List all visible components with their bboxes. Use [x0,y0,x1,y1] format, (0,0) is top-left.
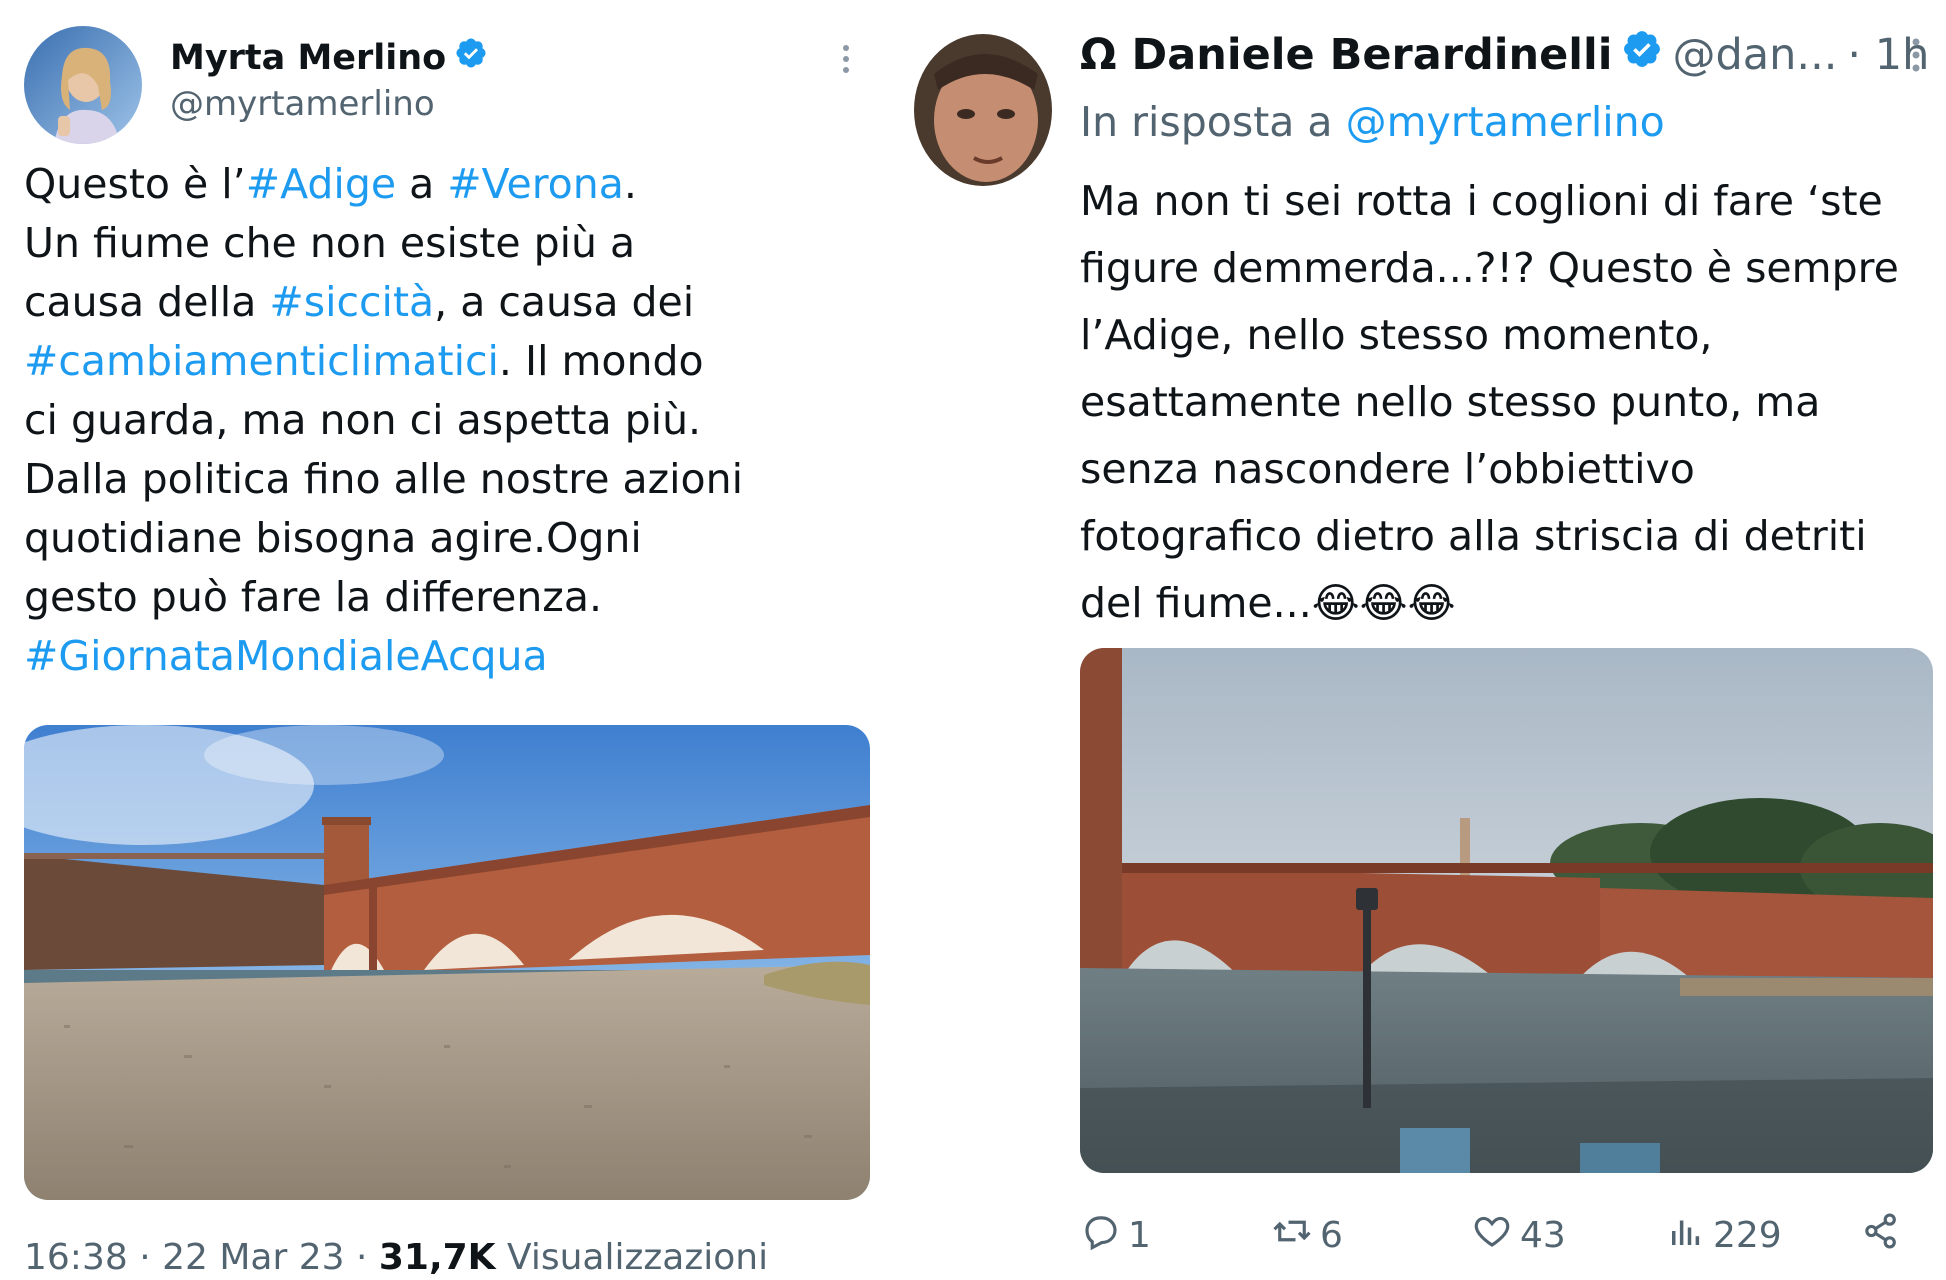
avatar-daniele[interactable] [914,34,1052,186]
timestamp[interactable]: 16:38 · 22 Mar 23 · [24,1237,379,1278]
text-segment: . Il mondo [498,337,704,385]
reply-prefix: In risposta a [1080,98,1346,146]
text-segment: esattamente nello stesso punto, ma [1080,378,1821,426]
hashtag-link[interactable]: #Verona [447,160,624,208]
tweet-text-line: Ma non ti sei rotta i coglioni di fare ‘… [1080,168,1899,235]
tweet-text: Questo è l’#Adige a #Verona. Un fiume che… [24,155,743,686]
views-icon [1665,1210,1713,1261]
verified-badge-icon [454,36,488,79]
tweet-text-line: Un fiume che non esiste più a [24,214,743,273]
text-segment: , a causa dei [434,278,695,326]
text-segment: Un fiume che non esiste più a [24,219,636,267]
author-row: Myrta Merlino [170,36,488,79]
tweet-photo-dry-riverbed[interactable] [24,725,870,1200]
share-button[interactable] [1860,1210,1908,1261]
tweet-text-line: senza nascondere l’obbiettivo [1080,436,1899,503]
views-count: 229 [1713,1214,1782,1256]
text-segment: Ma non ti sei rotta i coglioni di fare ‘… [1080,177,1883,225]
verified-badge-icon [1621,28,1663,81]
like-button[interactable]: 43 [1470,1210,1566,1261]
text-segment: Dalla politica fino alle nostre azioni [24,455,744,503]
views-button[interactable]: 229 [1665,1210,1782,1261]
tweet-photo-river-full[interactable] [1080,648,1933,1173]
text-segment: senza nascondere l’obbiettivo [1080,445,1695,493]
text-segment: fotografico dietro alla striscia di detr… [1080,512,1867,560]
tweet-text-line: fotografico dietro alla striscia di detr… [1080,503,1899,570]
reply-context: In risposta a @myrtamerlino [1080,98,1665,146]
tweet-text-line: #GiornataMondialeAcqua [24,627,743,686]
tweet-text-line: #cambiamenticlimatici. Il mondo [24,332,743,391]
tweet-text-line: esattamente nello stesso punto, ma [1080,369,1899,436]
tweet-myrta: Myrta Merlino @myrtamerlino Questo è l’#… [0,0,880,1280]
reply-count: 1 [1128,1214,1151,1256]
tweet-text-line: Questo è l’#Adige a #Verona. [24,155,743,214]
tweet-text: Ma non ti sei rotta i coglioni di fare ‘… [1080,168,1899,637]
reply-icon [1080,1210,1128,1261]
tweet-meta: 16:38 · 22 Mar 23 · 31,7K Visualizzazion… [24,1237,768,1278]
text-segment: figure demmerda...?!? Questo è sempre [1080,244,1899,292]
action-bar: 1 6 43 229 [1080,1205,1933,1265]
repost-count: 6 [1320,1214,1343,1256]
views-count: 31,7K [378,1237,496,1278]
hashtag-link[interactable]: #GiornataMondialeAcqua [24,632,548,680]
laughing-emoji: 😂😂😂 [1311,579,1456,627]
tweet-text-line: gesto può fare la differenza. [24,568,743,627]
text-segment: causa della [24,278,270,326]
tweet-text-line: l’Adige, nello stesso momento, [1080,302,1899,369]
text-segment: quotidiane bisogna agire.Ogni [24,514,642,562]
author-row: Ω Daniele Berardinelli @dan... · 1h [1080,28,1929,81]
author-name[interactable]: Myrta Merlino [170,38,446,78]
tweet-daniele: Ω Daniele Berardinelli @dan... · 1h In r… [880,0,1946,1280]
more-icon[interactable] [840,44,852,81]
like-icon [1470,1210,1520,1261]
text-segment: gesto può fare la differenza. [24,573,602,621]
author-handle[interactable]: @myrtamerlino [170,84,435,124]
hashtag-link[interactable]: #siccità [269,278,434,326]
hashtag-link[interactable]: #Adige [246,160,396,208]
reply-button[interactable]: 1 [1080,1210,1151,1261]
avatar-myrta[interactable] [24,26,142,144]
tweet-text-line: Dalla politica fino alle nostre azioni [24,450,743,509]
like-count: 43 [1520,1214,1566,1256]
author-handle[interactable]: @dan... [1673,30,1838,80]
text-segment: . [623,160,637,208]
repost-icon [1270,1210,1320,1261]
hashtag-link[interactable]: #cambiamenticlimatici [24,337,499,385]
share-icon [1860,1210,1908,1261]
more-icon[interactable] [1910,38,1922,79]
text-segment: l’Adige, nello stesso momento, [1080,311,1713,359]
tweet-text-line: quotidiane bisogna agire.Ogni [24,509,743,568]
text-segment: ci guarda, ma non ci aspetta più. [24,396,702,444]
tweet-text-line: ci guarda, ma non ci aspetta più. [24,391,743,450]
reply-handle-link[interactable]: @myrtamerlino [1346,98,1665,146]
repost-button[interactable]: 6 [1270,1210,1343,1261]
tweet-text-line: causa della #siccità, a causa dei [24,273,743,332]
tweet-text-line: figure demmerda...?!? Questo è sempre [1080,235,1899,302]
text-segment: Questo è l’ [24,160,246,208]
author-name[interactable]: Ω Daniele Berardinelli [1080,30,1613,80]
text-segment: del fiume... [1080,579,1312,627]
tweet-text-line: del fiume...😂😂😂 [1080,570,1899,637]
text-segment: a [396,160,448,208]
views-label: Visualizzazioni [495,1237,769,1278]
